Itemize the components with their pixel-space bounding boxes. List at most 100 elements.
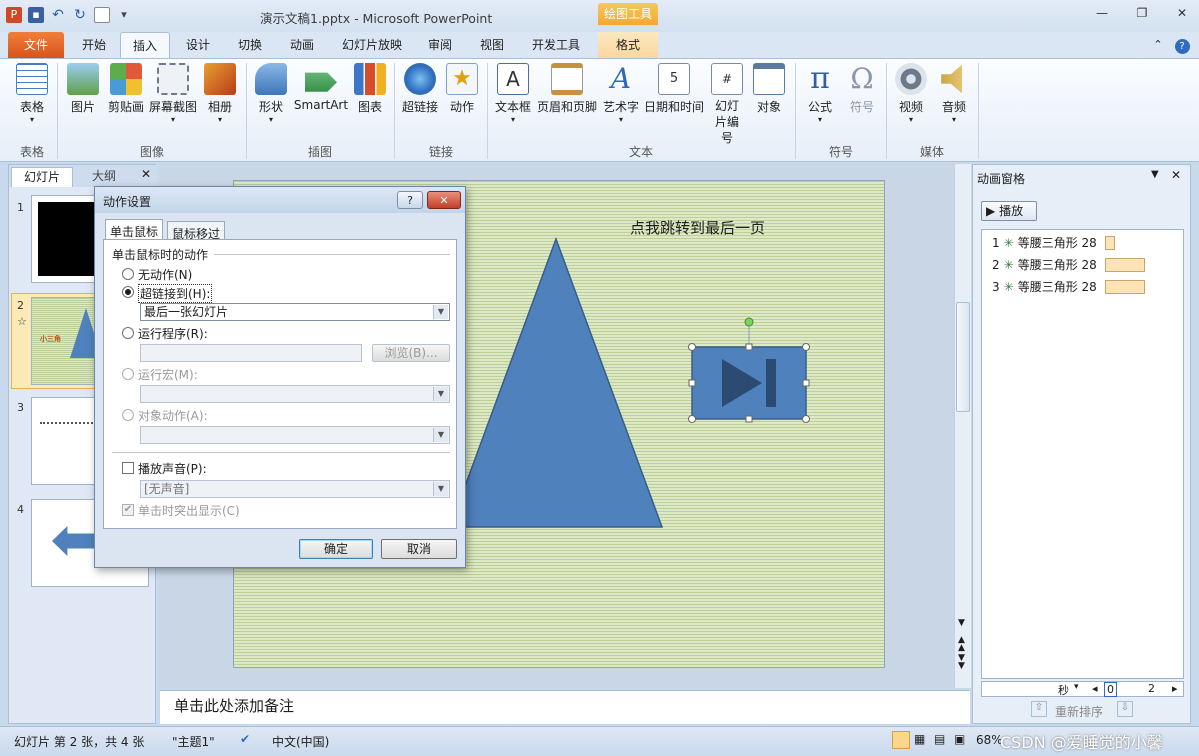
slideshow-view-icon[interactable]: ▣ bbox=[954, 732, 965, 746]
scroll-down-icon[interactable]: ▼ bbox=[958, 618, 965, 628]
play-button[interactable]: ▶ 播放 bbox=[981, 201, 1037, 221]
tab-view[interactable]: 视图 bbox=[470, 32, 514, 58]
video-button[interactable]: 视频 ▾ bbox=[893, 63, 929, 124]
rotation-handle[interactable] bbox=[744, 317, 754, 327]
tab-design[interactable]: 设计 bbox=[176, 32, 220, 58]
normal-view-icon[interactable] bbox=[892, 731, 910, 749]
browse-button[interactable]: 浏览(B)... bbox=[372, 344, 450, 362]
clipart-button[interactable]: 剪贴画 bbox=[104, 63, 148, 115]
notes-pane[interactable]: 单击此处添加备注 bbox=[160, 690, 970, 724]
close-icon[interactable]: ✕ bbox=[139, 167, 153, 185]
object-action-radio[interactable] bbox=[122, 409, 134, 421]
resize-handle[interactable] bbox=[802, 415, 810, 423]
section-label: 单击鼠标时的动作 bbox=[112, 248, 209, 262]
tab-developer[interactable]: 开发工具 bbox=[524, 32, 588, 58]
slide-number-button[interactable]: # 幻灯片编号 bbox=[706, 63, 748, 146]
tab-outline[interactable]: 大纲 bbox=[75, 167, 133, 187]
timeline-unit[interactable]: 秒 bbox=[1058, 682, 1069, 698]
tab-insert[interactable]: 插入 bbox=[120, 32, 170, 58]
tab-file[interactable]: 文件 bbox=[8, 32, 64, 58]
tab-format[interactable]: 格式 bbox=[598, 32, 658, 58]
restore-icon[interactable]: ❐ bbox=[1133, 6, 1151, 22]
object-button[interactable]: 对象 bbox=[751, 63, 787, 115]
table-button[interactable]: 表格 ▾ bbox=[12, 63, 52, 124]
header-footer-button[interactable]: 页眉和页脚 bbox=[536, 63, 598, 115]
highlight-checkbox[interactable]: ✔ bbox=[122, 504, 134, 516]
dialog-help-button[interactable]: ? bbox=[397, 191, 423, 209]
macro-select[interactable]: ▼ bbox=[140, 385, 450, 403]
resize-handle[interactable] bbox=[802, 379, 810, 387]
tab-review[interactable]: 审阅 bbox=[418, 32, 462, 58]
spellcheck-icon[interactable]: ✔ bbox=[240, 732, 250, 746]
minimize-icon[interactable]: — bbox=[1093, 6, 1111, 22]
textbox-button[interactable]: A 文本框 ▾ bbox=[493, 63, 533, 124]
redo-icon[interactable]: ↻ bbox=[72, 7, 88, 23]
reading-view-icon[interactable]: ▤ bbox=[934, 732, 945, 746]
resize-handle[interactable] bbox=[688, 343, 696, 351]
shapes-button[interactable]: 形状 ▾ bbox=[252, 63, 290, 124]
picture-button[interactable]: 图片 bbox=[63, 63, 103, 115]
tab-slides[interactable]: 幻灯片 bbox=[11, 167, 73, 187]
play-sound-checkbox[interactable] bbox=[122, 462, 134, 474]
group-tables-label: 表格 bbox=[19, 145, 44, 159]
wordart-button[interactable]: A 艺术字 ▾ bbox=[601, 63, 641, 125]
ok-button[interactable]: 确定 bbox=[299, 539, 373, 559]
tab-mouse-click[interactable]: 单击鼠标 bbox=[105, 219, 164, 241]
program-path-input[interactable] bbox=[140, 344, 362, 362]
hyperlink-target-select[interactable]: 最后一张幻灯片 ▼ bbox=[140, 303, 450, 321]
dialog-close-button[interactable]: ✕ bbox=[427, 191, 461, 209]
cancel-button[interactable]: 取消 bbox=[381, 539, 457, 559]
audio-button[interactable]: 音频 ▾ bbox=[936, 63, 972, 124]
powerpoint-logo-icon[interactable]: P bbox=[6, 7, 22, 23]
hyperlink-radio[interactable] bbox=[122, 286, 134, 298]
screenshot-button[interactable]: 屏幕截图 ▾ bbox=[148, 63, 198, 124]
object-action-select[interactable]: ▼ bbox=[140, 426, 450, 444]
zoom-level[interactable]: 68% bbox=[976, 733, 1003, 747]
smartart-button[interactable]: SmartArt bbox=[293, 63, 349, 112]
tab-mouse-over[interactable]: 鼠标移过 bbox=[167, 221, 226, 241]
move-down-icon[interactable]: ⇩ bbox=[1117, 701, 1133, 717]
animation-item-3[interactable]: 3 ✳ 等腰三角形 28 bbox=[992, 278, 1145, 295]
next-slide-icon[interactable]: ▼ ▼ bbox=[958, 654, 965, 671]
timeline-scroll-right-icon[interactable]: ▸ bbox=[1172, 682, 1178, 695]
ribbon-minimize-icon[interactable]: ⌃ bbox=[1150, 32, 1166, 58]
resize-handle[interactable] bbox=[802, 343, 810, 351]
datetime-button[interactable]: 5 日期和时间 bbox=[643, 63, 705, 115]
help-icon[interactable]: ? bbox=[1172, 32, 1192, 58]
timeline-scroll-left-icon[interactable]: ◂ bbox=[1092, 682, 1098, 695]
symbol-button[interactable]: Ω 符号 bbox=[844, 63, 880, 115]
tab-animations[interactable]: 动画 bbox=[280, 32, 324, 58]
animation-item-1[interactable]: 1 ✳ 等腰三角形 28 bbox=[992, 234, 1115, 251]
scrollbar-thumb[interactable] bbox=[956, 302, 970, 412]
run-program-radio[interactable] bbox=[122, 327, 134, 339]
save-icon[interactable]: ▪ bbox=[28, 7, 44, 23]
slide-sorter-icon[interactable]: ▦ bbox=[914, 732, 925, 746]
action-button[interactable]: ★ 动作 bbox=[444, 63, 480, 115]
undo-icon[interactable]: ↶ bbox=[50, 7, 66, 23]
resize-handle[interactable] bbox=[745, 415, 753, 423]
close-icon[interactable]: ✕ bbox=[1173, 6, 1191, 22]
tab-transitions[interactable]: 切换 bbox=[228, 32, 272, 58]
tab-home[interactable]: 开始 bbox=[72, 32, 116, 58]
move-up-icon[interactable]: ⇧ bbox=[1031, 701, 1047, 717]
isosceles-triangle[interactable] bbox=[448, 236, 664, 528]
tab-slideshow[interactable]: 幻灯片放映 bbox=[334, 32, 410, 58]
no-action-radio[interactable] bbox=[122, 268, 134, 280]
datetime-icon: 5 bbox=[658, 63, 690, 95]
resize-handle[interactable] bbox=[688, 415, 696, 423]
run-macro-radio[interactable] bbox=[122, 368, 134, 380]
equation-button[interactable]: π 公式 ▾ bbox=[802, 63, 838, 125]
hyperlink-button[interactable]: 超链接 bbox=[400, 63, 440, 115]
pane-options-icon[interactable]: ▼ bbox=[1151, 169, 1159, 180]
sound-select[interactable]: [无声音] ▼ bbox=[140, 480, 450, 498]
animation-item-2[interactable]: 2 ✳ 等腰三角形 28 bbox=[992, 256, 1145, 273]
new-icon[interactable] bbox=[94, 7, 110, 23]
customize-qat-icon[interactable]: ▾ bbox=[116, 7, 132, 23]
chart-button[interactable]: 图表 bbox=[352, 63, 388, 115]
prev-slide-icon[interactable]: ▲ ▲ bbox=[958, 636, 965, 653]
close-icon[interactable]: ✕ bbox=[1171, 168, 1181, 182]
vertical-scrollbar[interactable]: ▼ ▲ ▲ ▼ ▼ bbox=[954, 164, 971, 688]
resize-handle[interactable] bbox=[688, 379, 696, 387]
resize-handle[interactable] bbox=[745, 343, 753, 351]
album-button[interactable]: 相册 ▾ bbox=[200, 63, 240, 124]
